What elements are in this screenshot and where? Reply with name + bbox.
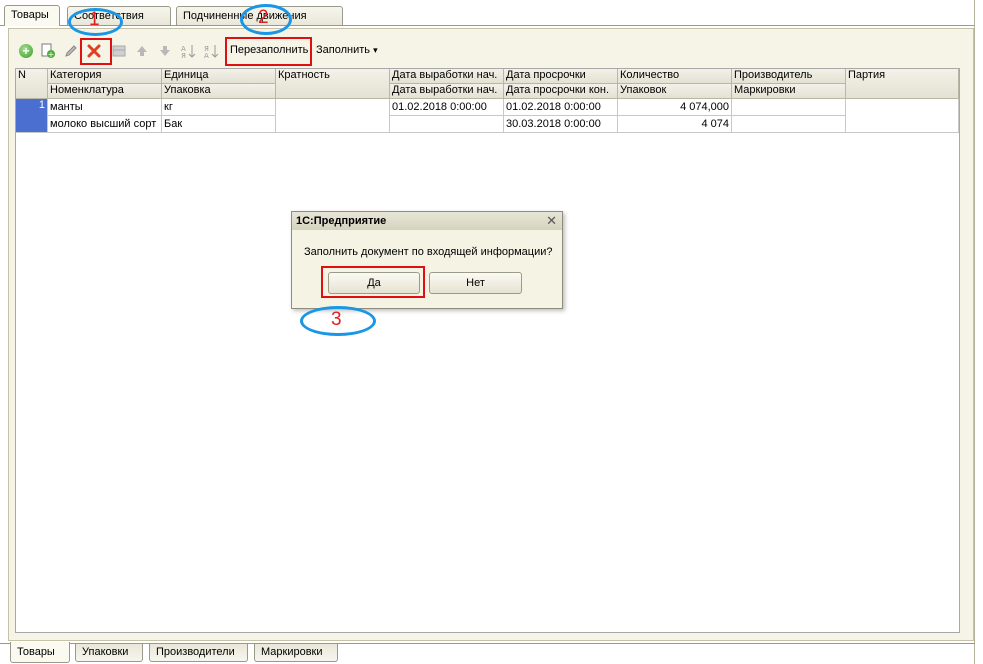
cell-packs[interactable]: 4 074 bbox=[618, 116, 732, 133]
col-header-nomenclature[interactable]: Номенклатура bbox=[48, 84, 162, 99]
fill-button-label: Заполнить bbox=[316, 44, 371, 56]
svg-text:A: A bbox=[204, 52, 209, 59]
col-header-batch[interactable]: Партия bbox=[846, 69, 959, 99]
cell-quantity[interactable]: 4 074,000 bbox=[618, 99, 732, 116]
pencil-icon[interactable] bbox=[63, 43, 79, 59]
cell-pack[interactable]: Бак bbox=[162, 116, 276, 133]
col-header-category[interactable]: Категория bbox=[48, 69, 162, 84]
tab-goods[interactable]: Товары bbox=[4, 5, 60, 26]
cell-prod-date-start[interactable] bbox=[390, 116, 504, 133]
col-header-exp-date-end[interactable]: Дата просрочки кон. bbox=[504, 84, 618, 99]
col-header-markings[interactable]: Маркировки bbox=[732, 84, 846, 99]
window-right-border bbox=[974, 0, 975, 664]
sort-asc-icon[interactable]: AЯ bbox=[180, 43, 196, 59]
col-header-prod-date[interactable]: Дата выработки нач. bbox=[390, 69, 504, 84]
move-down-icon[interactable] bbox=[157, 43, 173, 59]
cell-exp-date-end[interactable]: 30.03.2018 0:00:00 bbox=[504, 116, 618, 133]
cell-category[interactable]: манты bbox=[48, 99, 162, 116]
dialog-message: Заполнить документ по входящей информаци… bbox=[304, 246, 553, 258]
bottom-tab-producers[interactable]: Производители bbox=[149, 644, 248, 662]
cell-multiplicity[interactable] bbox=[276, 99, 390, 133]
table-icon[interactable] bbox=[111, 43, 127, 59]
col-header-quantity[interactable]: Количество bbox=[618, 69, 732, 84]
cell-producer[interactable] bbox=[732, 99, 846, 116]
add-icon[interactable]: + bbox=[18, 43, 34, 59]
move-up-icon[interactable] bbox=[134, 43, 150, 59]
bottom-tab-goods[interactable]: Товары bbox=[10, 642, 70, 663]
cell-unit[interactable]: кг bbox=[162, 99, 276, 116]
no-button[interactable]: Нет bbox=[429, 272, 522, 294]
bottom-tab-packages[interactable]: Упаковки bbox=[75, 644, 143, 662]
svg-text:+: + bbox=[48, 50, 55, 59]
cell-batch[interactable] bbox=[846, 99, 959, 133]
chevron-down-icon: ▾ bbox=[373, 45, 378, 55]
annotation-number-3: 3 bbox=[331, 309, 342, 330]
top-tab-bar: Товары Соответствия Подчиненные движения bbox=[0, 5, 983, 26]
annotation-number-2: 2 bbox=[258, 7, 269, 28]
dialog-title: 1С:Предприятие bbox=[292, 212, 562, 230]
col-header-n[interactable]: N bbox=[16, 69, 48, 99]
cell-nomenclature[interactable]: молоко высший сорт bbox=[48, 116, 162, 133]
annotation-box-yes bbox=[321, 266, 425, 298]
col-header-exp-date[interactable]: Дата просрочки bbox=[504, 69, 618, 84]
tab-divider bbox=[0, 25, 975, 26]
row-number-cell[interactable]: 1 bbox=[16, 99, 48, 133]
col-header-multiplicity[interactable]: Кратность bbox=[276, 69, 390, 99]
cell-markings[interactable] bbox=[732, 116, 846, 133]
annotation-number-1: 1 bbox=[89, 9, 100, 30]
copy-icon[interactable]: + bbox=[40, 43, 56, 59]
bottom-tab-divider bbox=[0, 643, 975, 644]
col-header-pack[interactable]: Упаковка bbox=[162, 84, 276, 99]
annotation-box-refill bbox=[225, 37, 312, 66]
sort-desc-icon[interactable]: ЯA bbox=[203, 43, 219, 59]
col-header-unit[interactable]: Единица bbox=[162, 69, 276, 84]
cell-exp-date[interactable]: 01.02.2018 0:00:00 bbox=[504, 99, 618, 116]
annotation-box-delete bbox=[80, 38, 112, 65]
bottom-tab-markings[interactable]: Маркировки bbox=[254, 644, 338, 662]
col-header-prod-date-start[interactable]: Дата выработки нач. bbox=[390, 84, 504, 99]
col-header-producer[interactable]: Производитель bbox=[732, 69, 846, 84]
svg-text:Я: Я bbox=[181, 52, 186, 59]
fill-dropdown-button[interactable]: Заполнить ▾ bbox=[313, 40, 381, 61]
cell-prod-date[interactable]: 01.02.2018 0:00:00 bbox=[390, 99, 504, 116]
goods-table[interactable]: N Категория Единица Кратность Дата выраб… bbox=[15, 68, 960, 633]
close-icon[interactable]: ✕ bbox=[546, 213, 557, 229]
col-header-packs[interactable]: Упаковок bbox=[618, 84, 732, 99]
